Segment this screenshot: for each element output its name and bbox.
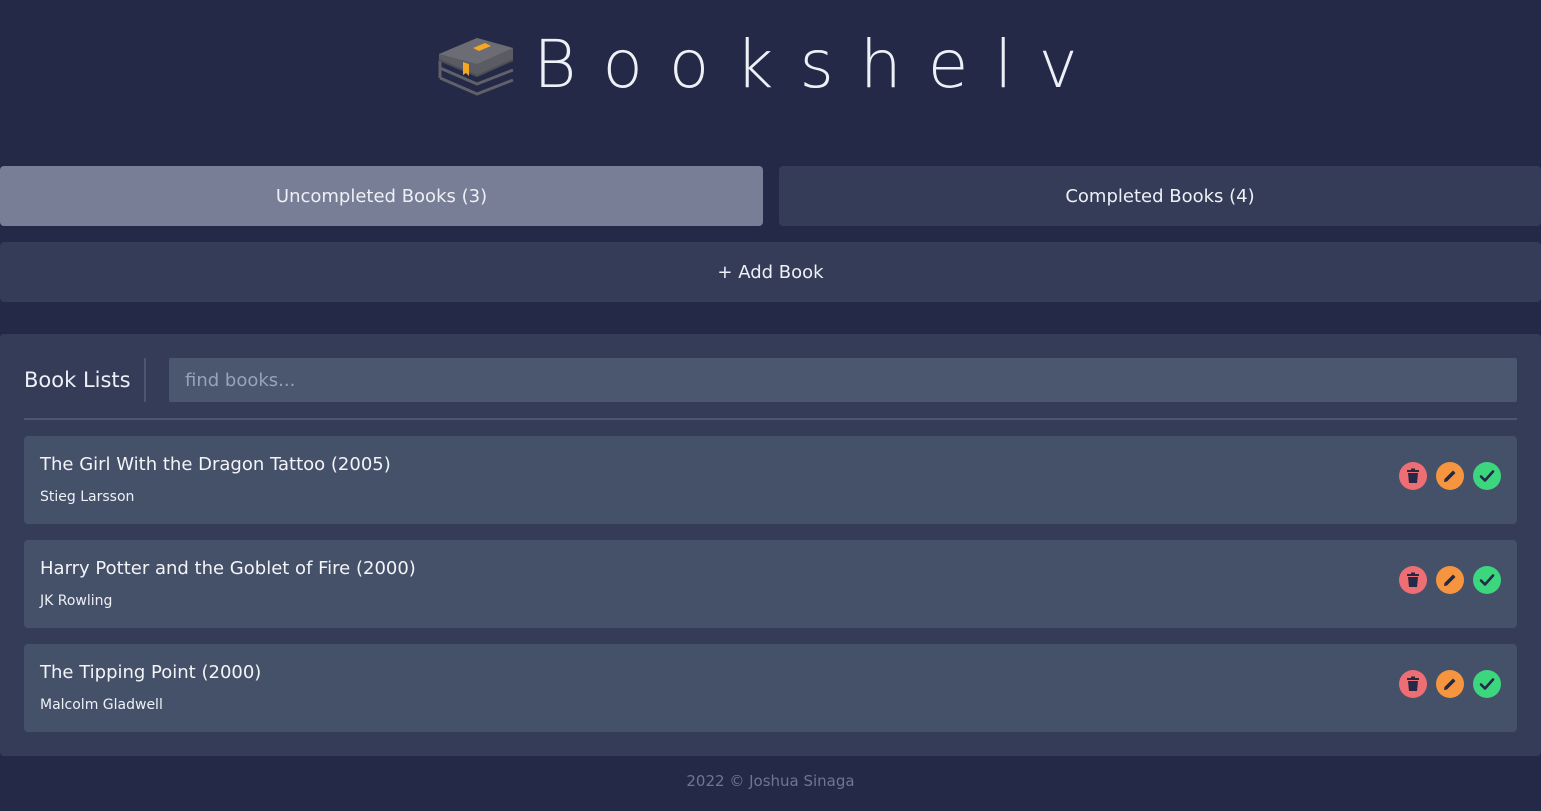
edit-button[interactable] [1436,566,1464,594]
complete-button[interactable] [1473,566,1501,594]
pencil-icon [1444,470,1456,482]
book-list-title: Book Lists [24,368,131,392]
list-item: The Tipping Point (2000) Malcolm Gladwel… [24,644,1517,732]
trash-icon [1407,468,1419,483]
book-title: The Tipping Point (2000) [40,662,262,683]
edit-button[interactable] [1436,462,1464,490]
search-input[interactable] [169,358,1517,402]
delete-button[interactable] [1399,566,1427,594]
delete-button[interactable] [1399,670,1427,698]
book-list-header: Book Lists [24,358,1517,402]
check-icon [1479,678,1495,690]
book-author: Malcolm Gladwell [40,697,163,713]
book-actions [1399,566,1501,594]
divider [24,418,1517,420]
book-author: JK Rowling [40,593,113,609]
book-actions [1399,462,1501,490]
book-title: The Girl With the Dragon Tattoo (2005) [40,454,391,475]
book-actions [1399,670,1501,698]
complete-button[interactable] [1473,670,1501,698]
book-title: Harry Potter and the Goblet of Fire (200… [40,558,416,579]
complete-button[interactable] [1473,462,1501,490]
list-item: The Girl With the Dragon Tattoo (2005) S… [24,436,1517,524]
book-author: Stieg Larsson [40,489,135,505]
check-icon [1479,574,1495,586]
header: Bookshelv [0,0,1541,140]
logo: Bookshelv [437,32,1103,98]
delete-button[interactable] [1399,462,1427,490]
book-tabs: Uncompleted Books (3) Completed Books (4… [0,166,1541,226]
pencil-icon [1444,678,1456,690]
app-title: Bookshelv [533,26,1104,103]
footer-credit: 2022 © Joshua Sinaga [686,772,855,790]
trash-icon [1407,572,1419,587]
header-divider [144,358,146,402]
tab-uncompleted-books[interactable]: Uncompleted Books (3) [0,166,763,226]
book-list-panel: Book Lists The Girl With the Dragon Tatt… [0,334,1541,756]
check-icon [1479,470,1495,482]
pencil-icon [1444,574,1456,586]
add-book-button[interactable]: + Add Book [0,242,1541,302]
tab-completed-books[interactable]: Completed Books (4) [779,166,1541,226]
trash-icon [1407,676,1419,691]
list-item: Harry Potter and the Goblet of Fire (200… [24,540,1517,628]
book-stack-icon [437,32,515,98]
edit-button[interactable] [1436,670,1464,698]
